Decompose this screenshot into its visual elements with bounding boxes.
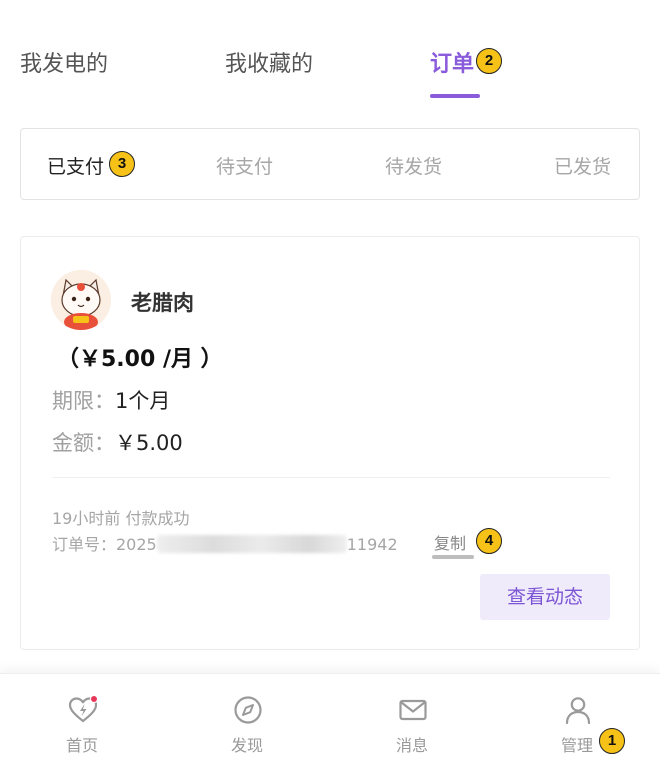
- user-icon: [565, 697, 591, 725]
- annotation-badge-4: 4: [476, 528, 502, 554]
- avatar[interactable]: [51, 270, 111, 330]
- divider: [52, 477, 610, 478]
- bottom-nav: 首页 发现 消息 管理 1: [0, 673, 660, 767]
- nav-home[interactable]: 首页: [42, 694, 122, 755]
- nav-discover[interactable]: 发现: [207, 694, 287, 755]
- nav-messages[interactable]: 消息: [372, 694, 452, 755]
- cat-avatar-illustration: [51, 270, 111, 330]
- order-number-prefix: 订单号：2025: [52, 535, 157, 554]
- subtab-shipped[interactable]: 已发货: [554, 152, 611, 179]
- top-tab-bar: 我发电的 我收藏的 订单 2: [0, 0, 660, 110]
- active-tab-indicator: [430, 94, 480, 98]
- mail-icon: [399, 699, 427, 721]
- amount-row: 金额：￥5.00: [52, 427, 183, 457]
- order-number-redacted: [156, 535, 347, 553]
- annotation-badge-3: 3: [109, 151, 135, 177]
- subtab-pending-shipment[interactable]: 待发货: [385, 152, 442, 179]
- order-card: 老腊肉 （￥5.00 /月 ） 期限：1个月 金额：￥5.00 19小时前 付款…: [20, 236, 640, 650]
- period-value: 1个月: [115, 389, 171, 413]
- amount-value: ￥5.00: [115, 431, 183, 455]
- app-page: 我发电的 我收藏的 订单 2 已支付 3 待支付 待发货 已发货 老腊肉 （￥5…: [0, 0, 660, 767]
- tab-my-favorites[interactable]: 我收藏的: [225, 46, 313, 78]
- nav-home-label: 首页: [65, 736, 98, 755]
- order-number: 订单号：2025 11942: [52, 531, 398, 555]
- payment-status: 19小时前 付款成功: [52, 509, 190, 528]
- order-number-suffix: 11942: [346, 535, 398, 554]
- view-updates-button[interactable]: 查看动态: [480, 574, 610, 620]
- period-row: 期限：1个月: [52, 385, 170, 415]
- annotation-badge-1: 1: [599, 728, 625, 754]
- price-per-month: （￥5.00 /月 ）: [57, 347, 223, 372]
- notification-dot: [90, 695, 98, 703]
- copy-underline: [432, 555, 474, 559]
- tab-orders[interactable]: 订单: [430, 46, 474, 78]
- subtab-pending-payment[interactable]: 待支付: [216, 152, 273, 179]
- shop-name[interactable]: 老腊肉: [131, 287, 194, 317]
- nav-discover-label: 发现: [230, 736, 263, 755]
- tab-my-sponsored[interactable]: 我发电的: [20, 46, 108, 78]
- copy-order-number-button[interactable]: 复制: [434, 530, 466, 554]
- period-label: 期限：: [52, 389, 115, 413]
- nav-messages-label: 消息: [395, 736, 428, 755]
- amount-label: 金额：: [52, 431, 115, 455]
- order-status-filter: 已支付 3 待支付 待发货 已发货: [20, 128, 640, 200]
- subtab-paid[interactable]: 已支付: [47, 152, 104, 179]
- compass-icon: [234, 696, 262, 724]
- annotation-badge-2: 2: [476, 48, 502, 74]
